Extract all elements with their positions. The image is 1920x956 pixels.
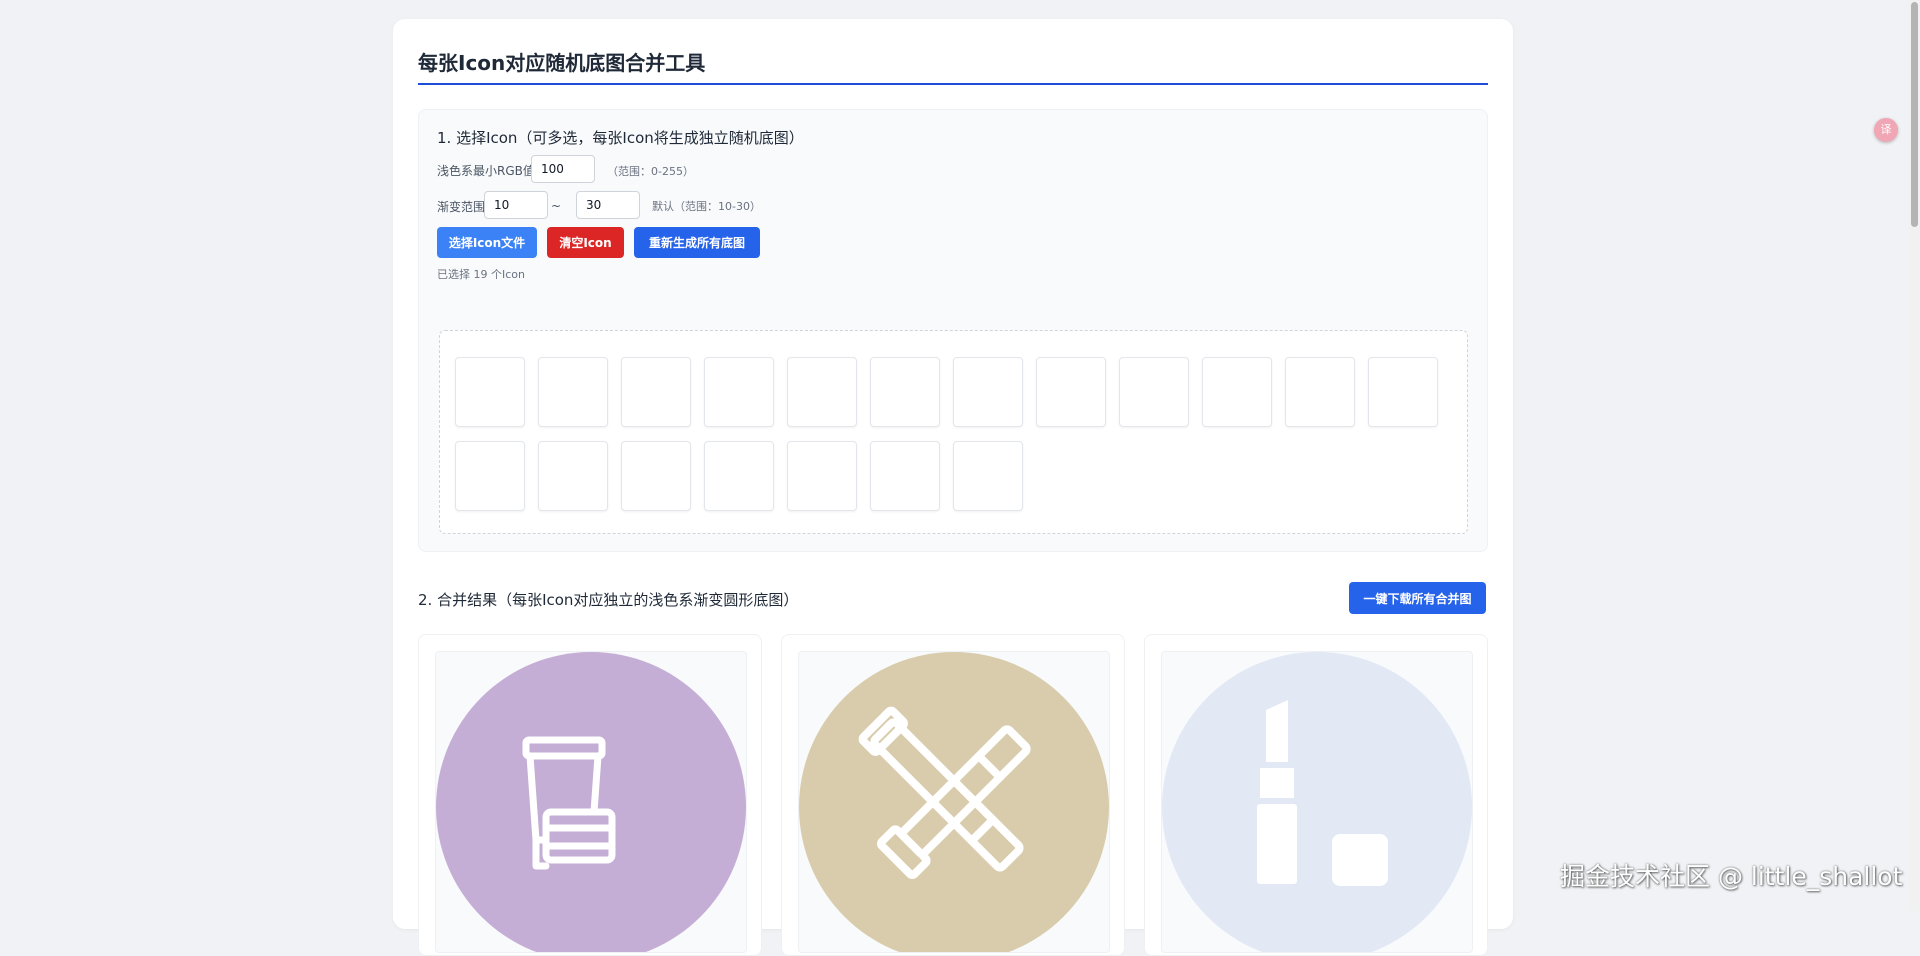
icon-thumbnail[interactable] bbox=[1202, 357, 1272, 427]
section-2-title: 2. 合并结果（每张Icon对应独立的浅色系渐变圆形底图） bbox=[418, 591, 799, 609]
icon-thumbnail[interactable] bbox=[455, 441, 525, 511]
selected-count-text: 已选择 19 个Icon bbox=[437, 268, 525, 281]
gradient-circle-background bbox=[436, 652, 746, 952]
icon-thumbnail[interactable] bbox=[704, 441, 774, 511]
lipstick-icon bbox=[1257, 700, 1388, 886]
result-preview bbox=[798, 651, 1110, 953]
result-preview bbox=[435, 651, 747, 953]
icon-thumbnail[interactable] bbox=[953, 357, 1023, 427]
title-underline bbox=[418, 83, 1488, 85]
translate-icon[interactable]: 译 bbox=[1874, 118, 1898, 142]
min-rgb-label: 浅色系最小RGB值: bbox=[437, 164, 539, 178]
icon-thumbnail[interactable] bbox=[621, 357, 691, 427]
icon-thumbnail[interactable] bbox=[455, 357, 525, 427]
icon-thumbnail[interactable] bbox=[787, 441, 857, 511]
min-rgb-hint: （范围：0-255） bbox=[607, 165, 694, 178]
result-card bbox=[1144, 634, 1488, 956]
download-all-button[interactable]: 一键下载所有合并图 bbox=[1349, 582, 1486, 614]
watermark: 掘金技术社区 @ little_shallot bbox=[1560, 862, 1903, 891]
icon-thumbnail[interactable] bbox=[621, 441, 691, 511]
icon-thumbnail[interactable] bbox=[870, 441, 940, 511]
result-preview bbox=[1161, 651, 1473, 953]
gradient-max-input[interactable] bbox=[576, 191, 640, 219]
gradient-min-input[interactable] bbox=[484, 191, 548, 219]
icon-thumbnail[interactable] bbox=[787, 357, 857, 427]
gradient-separator: ~ bbox=[551, 199, 562, 213]
cream-jar-icon bbox=[522, 736, 616, 870]
icon-preview-area bbox=[439, 330, 1468, 534]
icon-thumbnail[interactable] bbox=[870, 357, 940, 427]
vertical-scrollbar[interactable] bbox=[1908, 0, 1920, 911]
icon-thumbnail[interactable] bbox=[1119, 357, 1189, 427]
tube-crossed-icon bbox=[858, 706, 1031, 880]
icon-thumbnail[interactable] bbox=[538, 357, 608, 427]
icon-thumbnail[interactable] bbox=[1368, 357, 1438, 427]
section-1-title: 1. 选择Icon（可多选，每张Icon将生成独立随机底图） bbox=[437, 129, 804, 147]
scrollbar-thumb[interactable] bbox=[1911, 2, 1918, 227]
regenerate-all-button[interactable]: 重新生成所有底图 bbox=[634, 227, 760, 258]
icon-thumbnail[interactable] bbox=[953, 441, 1023, 511]
main-card: 每张Icon对应随机底图合并工具 1. 选择Icon（可多选，每张Icon将生成… bbox=[393, 19, 1513, 956]
gradient-hint: 默认（范围：10-30） bbox=[652, 200, 761, 213]
icon-select-section: 1. 选择Icon（可多选，每张Icon将生成独立随机底图） 浅色系最小RGB值… bbox=[418, 109, 1488, 552]
gradient-range-label: 渐变范围 bbox=[437, 200, 486, 214]
icon-thumbnail[interactable] bbox=[1036, 357, 1106, 427]
select-icon-button[interactable]: 选择Icon文件 bbox=[437, 227, 537, 258]
clear-icon-button[interactable]: 清空Icon bbox=[547, 227, 624, 258]
result-card bbox=[781, 634, 1125, 956]
min-rgb-input[interactable] bbox=[531, 155, 595, 183]
result-card bbox=[418, 634, 762, 956]
gradient-circle-background bbox=[799, 652, 1109, 952]
icon-preview-grid bbox=[455, 357, 1455, 511]
page-title: 每张Icon对应随机底图合并工具 bbox=[418, 51, 706, 75]
icon-thumbnail[interactable] bbox=[538, 441, 608, 511]
gradient-circle-background bbox=[1162, 652, 1472, 952]
icon-thumbnail[interactable] bbox=[1285, 357, 1355, 427]
icon-thumbnail[interactable] bbox=[704, 357, 774, 427]
